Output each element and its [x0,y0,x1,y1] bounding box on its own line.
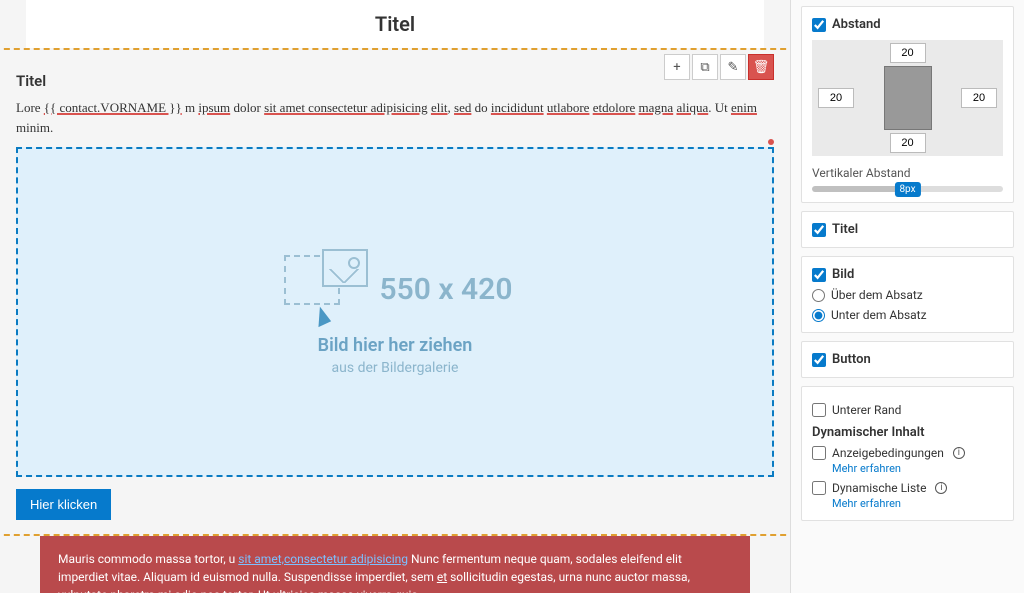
bild-below-option[interactable]: Unter dem Absatz [812,308,1003,322]
unterer-rand-checkbox[interactable] [812,403,826,417]
dropzone-hint-2: aus der Bildergalerie [332,360,459,376]
liste-label: Dynamische Liste [832,481,926,495]
anzeige-toggle[interactable]: Anzeigebedingungen i [812,446,1003,460]
bild-checkbox[interactable] [812,268,826,282]
bild-toggle[interactable]: Bild [812,267,1003,282]
copy-icon: ⧉ [700,60,709,75]
image-placeholder-icon [278,249,368,319]
unterer-rand-toggle[interactable]: Unterer Rand [812,403,1003,417]
bild-above-option[interactable]: Über dem Absatz [812,288,1003,302]
plus-icon: + [673,60,680,75]
bild-below-label: Unter dem Absatz [831,308,927,322]
vertical-spacing-label: Vertikaler Abstand [812,166,1003,180]
red-content-block[interactable]: Mauris commodo massa tortor, u sit amet,… [40,536,750,593]
padding-bottom-input[interactable] [890,133,926,153]
panel-bild: Bild Über dem Absatz Unter dem Absatz [801,256,1014,333]
anzeige-checkbox[interactable] [812,446,826,460]
bild-label: Bild [832,267,854,282]
dynamic-content-header: Dynamischer Inhalt [812,425,1003,440]
anzeige-learn-link[interactable]: Mehr erfahren [832,462,1003,475]
liste-learn-link[interactable]: Mehr erfahren [832,497,1003,510]
liste-checkbox[interactable] [812,481,826,495]
abstand-toggle[interactable]: Abstand [812,17,1003,32]
copy-button[interactable]: ⧉ [692,54,718,80]
button-checkbox[interactable] [812,353,826,367]
titel-label: Titel [832,222,858,237]
editor-canvas: Titel + ⧉ ✎ 🗑 Titel Lore {{ contact.VORN… [0,0,790,593]
button-label: Button [832,352,871,367]
panel-button: Button [801,341,1014,378]
body-text[interactable]: Lore {{ contact.VORNAME }} m ipsum dolor… [16,98,774,147]
bild-above-radio[interactable] [812,289,825,302]
padding-top-input[interactable] [890,43,926,63]
panel-titel: Titel [801,211,1014,248]
padding-left-input[interactable] [818,88,854,108]
info-icon[interactable]: i [953,447,965,459]
cta-button[interactable]: Hier klicken [16,489,111,520]
abstand-label: Abstand [832,17,881,32]
dropzone-size: 550 x 420 [380,272,513,307]
info-icon[interactable]: i [935,482,947,494]
padding-preview [884,66,932,130]
image-dropzone[interactable]: 550 x 420 Bild hier her ziehen aus der B… [16,147,774,477]
titel-checkbox[interactable] [812,223,826,237]
spell-marker-icon [768,139,774,145]
page-title: Titel [26,0,764,48]
block-toolbar: + ⧉ ✎ 🗑 [664,54,774,80]
bild-below-radio[interactable] [812,309,825,322]
slider-value: 8px [894,182,920,197]
add-button[interactable]: + [664,54,690,80]
titel-toggle[interactable]: Titel [812,222,1003,237]
selected-block[interactable]: + ⧉ ✎ 🗑 Titel Lore {{ contact.VORNAME }}… [0,48,790,536]
edit-button[interactable]: ✎ [720,54,746,80]
unterer-rand-label: Unterer Rand [832,403,901,417]
liste-toggle[interactable]: Dynamische Liste i [812,481,1003,495]
dropzone-hint-1: Bild hier her ziehen [318,335,473,356]
vertical-spacing-slider[interactable]: 8px [812,186,1003,192]
edit-icon: ✎ [728,60,739,75]
button-toggle[interactable]: Button [812,352,1003,367]
panel-abstand: Abstand Vertikaler Abstand 8px [801,6,1014,203]
bild-above-label: Über dem Absatz [831,288,923,302]
padding-editor [812,40,1003,156]
panel-extras: Unterer Rand Dynamischer Inhalt Anzeigeb… [801,386,1014,521]
block-title[interactable]: Titel [16,54,774,98]
settings-sidebar: Abstand Vertikaler Abstand 8px Titel [790,0,1024,593]
delete-button[interactable]: 🗑 [748,54,774,80]
abstand-checkbox[interactable] [812,18,826,32]
trash-icon: 🗑 [753,60,770,75]
anzeige-label: Anzeigebedingungen [832,446,944,460]
padding-right-input[interactable] [961,88,997,108]
